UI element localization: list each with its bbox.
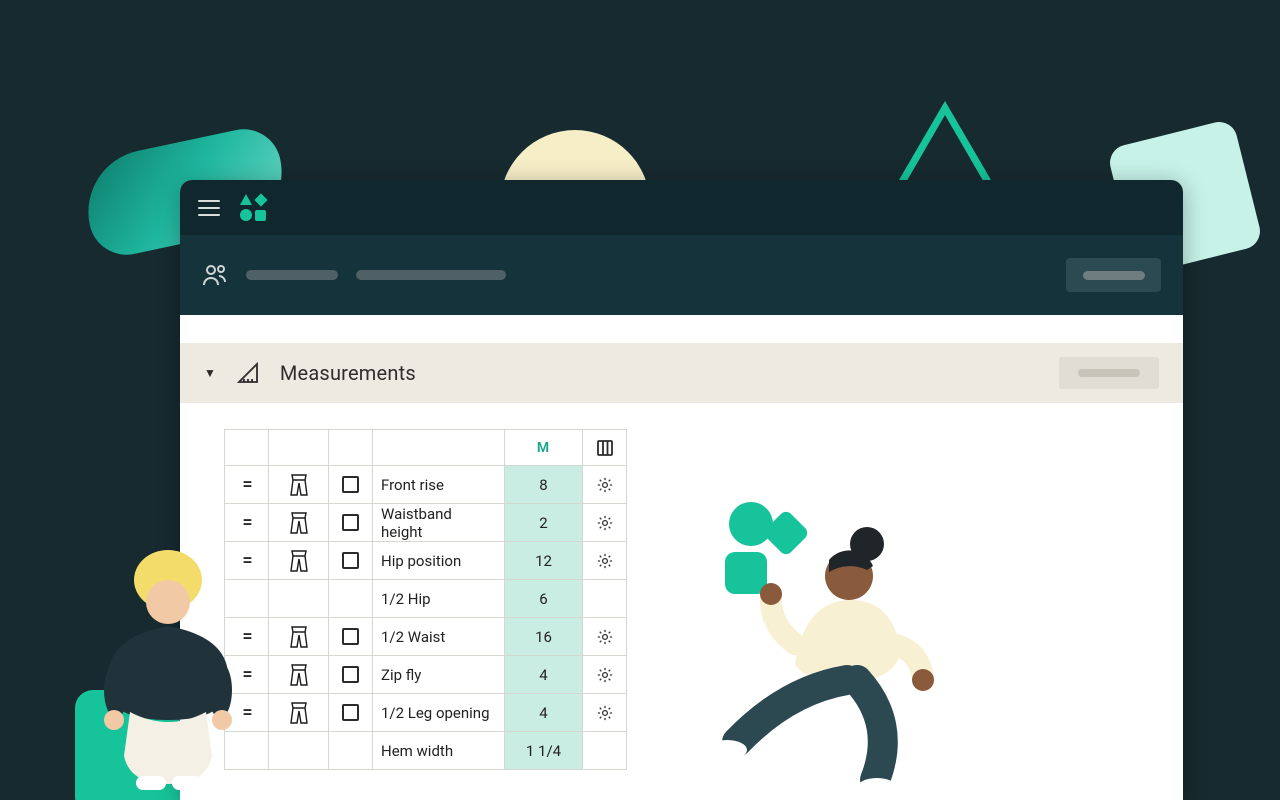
- content-area: ▼ Measurements M: [180, 315, 1183, 770]
- drag-handle-icon[interactable]: =: [225, 474, 268, 495]
- table-row: = 1/2 Waist 16: [225, 618, 627, 656]
- measurements-table: M = Front rise 8: [224, 429, 627, 770]
- garment-thumb-icon: [269, 699, 328, 727]
- collapse-icon[interactable]: ▼: [204, 366, 216, 380]
- app-logo-icon: [240, 194, 267, 221]
- drag-handle-icon[interactable]: =: [225, 626, 268, 647]
- row-value[interactable]: 4: [505, 656, 583, 694]
- table-row: = Hip position 12: [225, 542, 627, 580]
- table-row: = 1/2 Leg opening 4: [225, 694, 627, 732]
- drag-handle-icon[interactable]: =: [225, 550, 268, 571]
- row-value[interactable]: 2: [505, 504, 583, 542]
- row-settings-icon[interactable]: [583, 656, 627, 694]
- row-settings-icon[interactable]: [583, 732, 627, 770]
- row-checkbox[interactable]: [342, 552, 359, 569]
- row-settings-icon[interactable]: [583, 504, 627, 542]
- row-name[interactable]: 1/2 Leg opening: [373, 694, 505, 732]
- toolbar-action-button[interactable]: [1066, 258, 1161, 292]
- garment-thumb-icon: [269, 471, 328, 499]
- row-value[interactable]: 8: [505, 466, 583, 504]
- col-header-check: [329, 430, 373, 466]
- section-title: Measurements: [280, 361, 416, 385]
- row-settings-icon[interactable]: [583, 580, 627, 618]
- garment-thumb-icon: [269, 661, 328, 689]
- row-value[interactable]: 1 1/4: [505, 732, 583, 770]
- row-value[interactable]: 4: [505, 694, 583, 732]
- table-row: = Waistband height 2: [225, 504, 627, 542]
- drag-handle-icon[interactable]: =: [225, 512, 268, 533]
- row-value[interactable]: 6: [505, 580, 583, 618]
- col-header-name: [373, 430, 505, 466]
- toolbar: [180, 235, 1183, 315]
- row-settings-icon[interactable]: [583, 542, 627, 580]
- collaborators-icon[interactable]: [202, 263, 228, 287]
- garment-thumb-icon: [269, 509, 328, 537]
- garment-thumb-icon: [269, 547, 328, 575]
- col-header-size[interactable]: M: [505, 430, 583, 466]
- table-row: = Zip fly 4: [225, 656, 627, 694]
- row-value[interactable]: 16: [505, 618, 583, 656]
- row-name[interactable]: 1/2 Waist: [373, 618, 505, 656]
- row-name[interactable]: Hip position: [373, 542, 505, 580]
- row-checkbox[interactable]: [342, 666, 359, 683]
- col-header-thumb: [269, 430, 329, 466]
- section-action-button[interactable]: [1059, 357, 1159, 389]
- row-name[interactable]: Zip fly: [373, 656, 505, 694]
- col-header-columns[interactable]: [583, 430, 627, 466]
- row-name[interactable]: Waistband height: [373, 504, 505, 542]
- row-settings-icon[interactable]: [583, 694, 627, 732]
- menu-icon[interactable]: [198, 200, 220, 216]
- col-header-drag: [225, 430, 269, 466]
- row-checkbox[interactable]: [342, 704, 359, 721]
- breadcrumb-placeholder-1: [246, 270, 338, 280]
- app-window: ▼ Measurements M: [180, 180, 1183, 800]
- drag-handle-icon[interactable]: =: [225, 702, 268, 723]
- section-header: ▼ Measurements: [180, 343, 1183, 403]
- table-row: = 1/2 Hip 6: [225, 580, 627, 618]
- row-checkbox[interactable]: [342, 628, 359, 645]
- table-row: = Front rise 8: [225, 466, 627, 504]
- row-checkbox[interactable]: [342, 514, 359, 531]
- row-checkbox[interactable]: [342, 476, 359, 493]
- row-name[interactable]: 1/2 Hip: [373, 580, 505, 618]
- garment-thumb-icon: [269, 623, 328, 651]
- drag-handle-icon[interactable]: =: [225, 664, 268, 685]
- row-settings-icon[interactable]: [583, 466, 627, 504]
- row-value[interactable]: 12: [505, 542, 583, 580]
- titlebar: [180, 180, 1183, 235]
- row-name[interactable]: Hem width: [373, 732, 505, 770]
- breadcrumb-placeholder-2: [356, 270, 506, 280]
- row-name[interactable]: Front rise: [373, 466, 505, 504]
- table-row: = Hem width 1 1/4: [225, 732, 627, 770]
- measurements-icon: [236, 362, 260, 384]
- row-settings-icon[interactable]: [583, 618, 627, 656]
